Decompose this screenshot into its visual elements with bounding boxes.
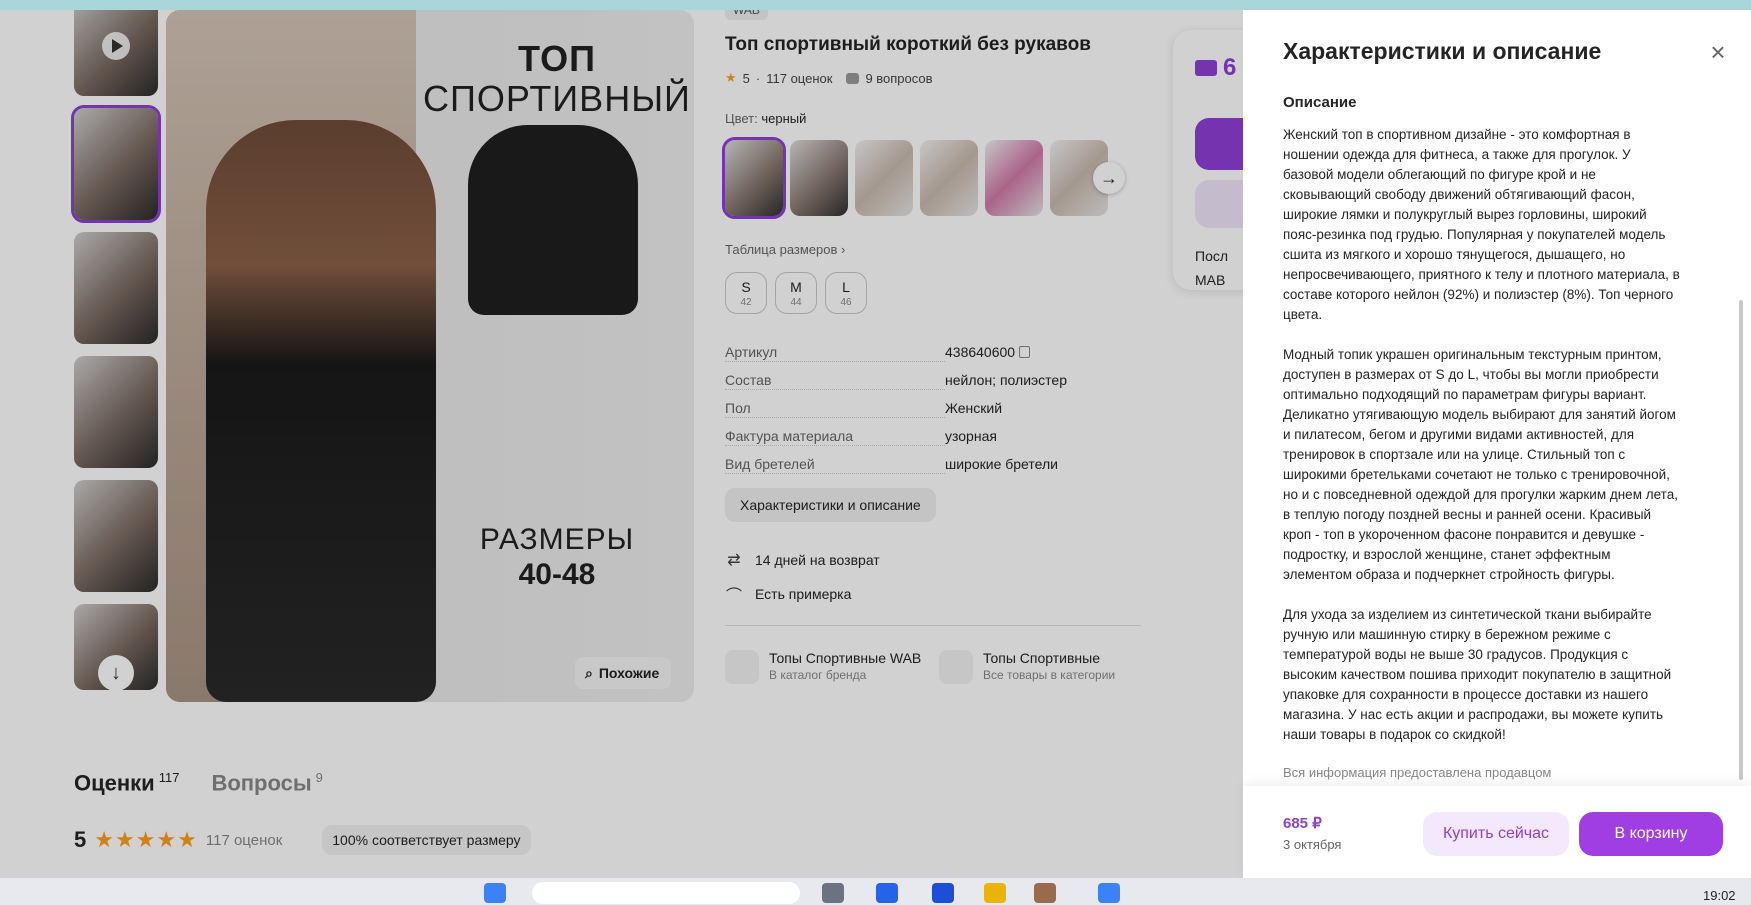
description-paragraph: Женский топ в спортивном дизайне - это к… xyxy=(1283,127,1680,322)
seller-note: Вся информация предоставлена продавцом xyxy=(1283,765,1552,780)
add-to-cart-button[interactable]: В корзину xyxy=(1579,812,1723,856)
delivery-date: 3 октября xyxy=(1283,837,1342,852)
buy-now-button[interactable]: Купить сейчас xyxy=(1423,812,1569,856)
task-view-icon[interactable] xyxy=(822,883,844,903)
panel-body: Описание Женский топ в спортивном дизайн… xyxy=(1283,94,1683,780)
app-icon[interactable] xyxy=(932,883,954,903)
app-icon[interactable] xyxy=(876,883,898,903)
app-icon[interactable] xyxy=(1098,883,1120,903)
folder-icon[interactable] xyxy=(984,883,1006,903)
characteristics-panel: Характеристики и описание × Описание Жен… xyxy=(1243,10,1751,878)
taskbar: 19:02 xyxy=(0,878,1751,905)
description-paragraph: Для ухода за изделием из синтетической т… xyxy=(1283,607,1672,742)
clock: 19:02 xyxy=(1703,888,1736,903)
panel-footer: 685 ₽ 3 октября Купить сейчас В корзину xyxy=(1243,786,1751,878)
browser-top-strip xyxy=(0,0,1751,10)
section-title: Описание xyxy=(1283,94,1357,111)
taskbar-search[interactable] xyxy=(532,882,800,904)
scrollbar[interactable] xyxy=(1739,300,1743,780)
start-icon[interactable] xyxy=(484,883,506,903)
panel-title: Характеристики и описание xyxy=(1283,38,1602,64)
footer-price: 685 ₽ xyxy=(1283,815,1322,832)
description-paragraph: Модный топик украшен оригинальным тексту… xyxy=(1283,347,1678,582)
close-icon[interactable]: × xyxy=(1706,39,1730,65)
browser-icon[interactable] xyxy=(1034,883,1056,903)
